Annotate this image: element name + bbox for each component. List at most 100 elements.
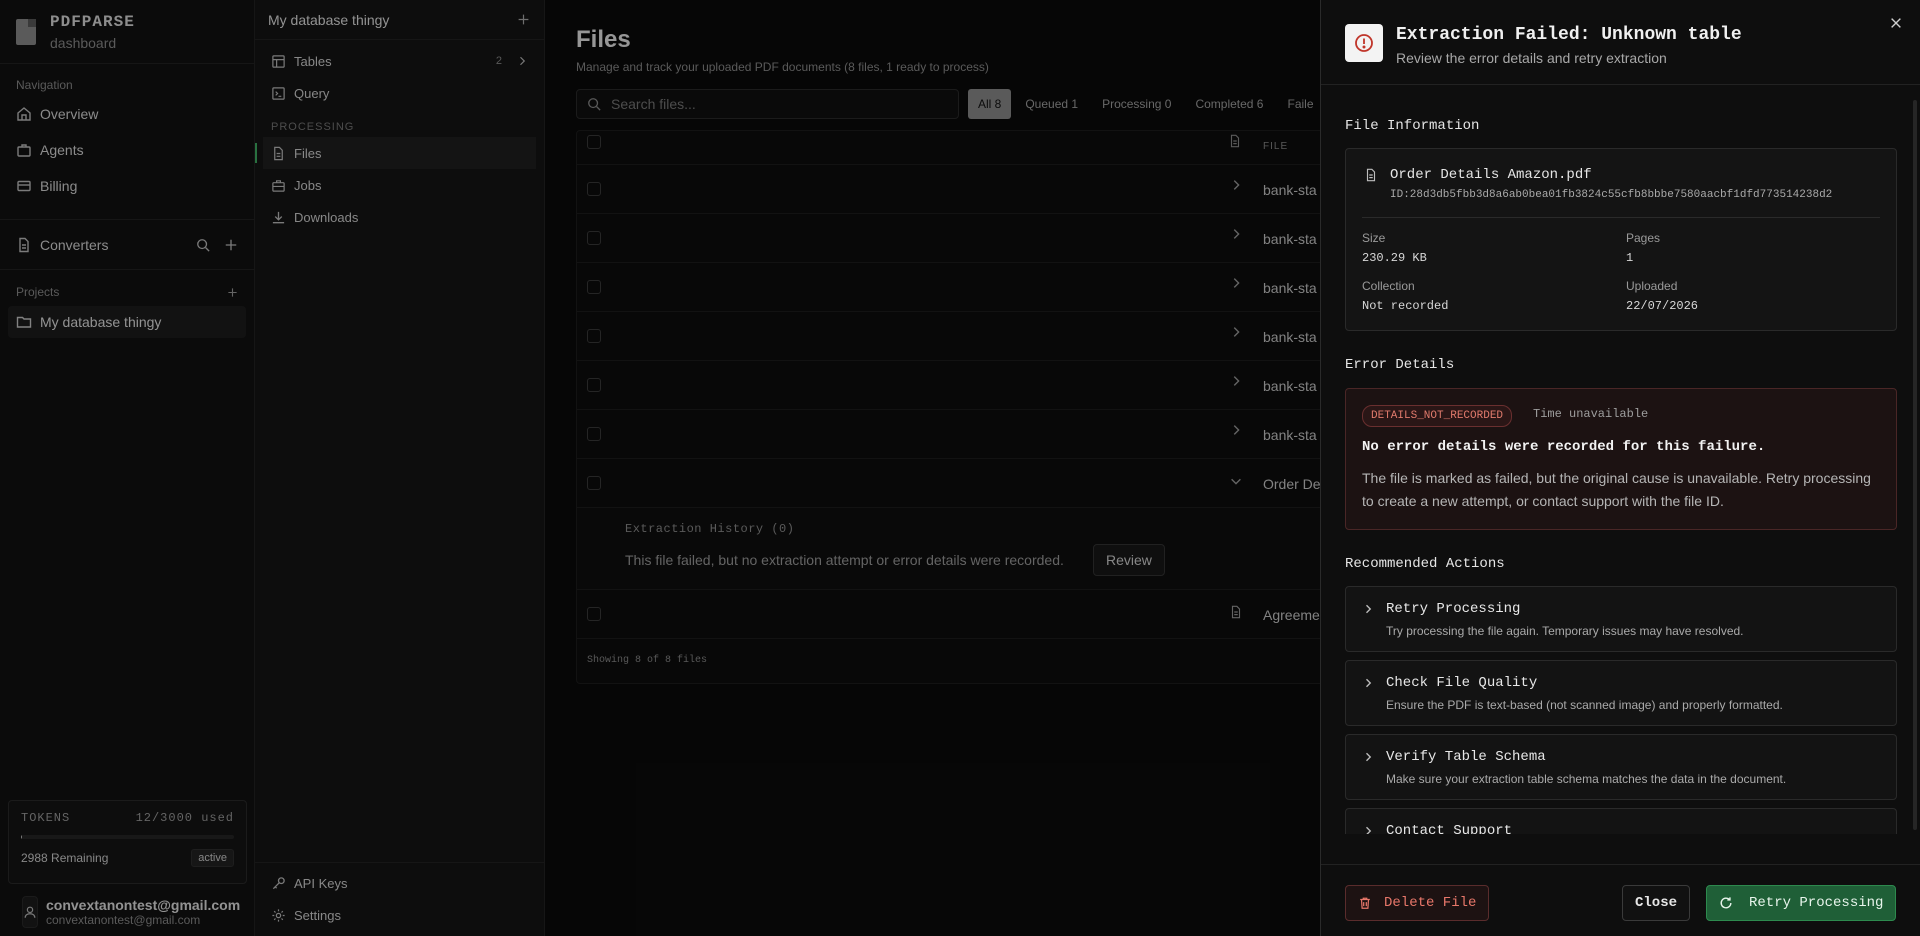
- filter-queued[interactable]: Queued 1: [1015, 89, 1088, 119]
- card-icon: [17, 180, 31, 192]
- row-checkbox[interactable]: [587, 427, 601, 441]
- divider: [1362, 217, 1880, 218]
- filter-processing[interactable]: Processing 0: [1092, 89, 1181, 119]
- sidebar-item-api-keys[interactable]: API Keys: [255, 867, 545, 899]
- nav-item-overview[interactable]: Overview: [0, 96, 254, 132]
- action-check-file-quality[interactable]: Check File Quality Ensure the PDF is tex…: [1345, 660, 1897, 726]
- sidebar-item-settings[interactable]: Settings: [255, 899, 545, 931]
- sidebar-item-label: Downloads: [294, 209, 359, 225]
- token-usage-card: TOKENS 12/3000 used 2988 Remaining activ…: [8, 800, 247, 884]
- page-title: Files: [576, 26, 631, 53]
- table-row[interactable]: Agreeme: [577, 590, 1335, 639]
- table-footer: Showing 8 of 8 files: [587, 655, 708, 666]
- table-row[interactable]: bank-sta: [577, 214, 1335, 263]
- delete-file-label: Delete File: [1384, 895, 1477, 911]
- main-sidebar: PDFPARSE dashboard Navigation Overview A…: [0, 0, 255, 936]
- action-title: Verify Table Schema: [1386, 749, 1546, 765]
- row-checkbox[interactable]: [587, 280, 601, 294]
- refresh-icon: [1720, 897, 1732, 909]
- nav-item-label: Billing: [40, 178, 78, 194]
- tokens-progress-fill: [21, 835, 23, 839]
- add-project-icon[interactable]: [227, 287, 238, 298]
- pages-value: 1: [1626, 251, 1634, 265]
- table-row[interactable]: Order De: [577, 459, 1335, 508]
- retry-processing-button[interactable]: Retry Processing: [1706, 885, 1897, 921]
- chevron-right-icon: [1366, 678, 1372, 688]
- action-retry-processing[interactable]: Retry Processing Try processing the file…: [1345, 586, 1897, 652]
- document-icon: [274, 146, 283, 160]
- nav-item-label: Overview: [40, 106, 99, 122]
- action-title: Check File Quality: [1386, 675, 1538, 691]
- close-icon[interactable]: [1889, 16, 1903, 30]
- trash-icon: [1360, 897, 1370, 909]
- chevron-down-icon[interactable]: [1229, 474, 1243, 488]
- sidebar-item-label: Files: [294, 145, 322, 161]
- chevron-right-icon[interactable]: [1229, 227, 1243, 241]
- row-checkbox[interactable]: [587, 607, 601, 621]
- file-name: bank-sta: [1263, 231, 1317, 247]
- filter-completed[interactable]: Completed 6: [1185, 89, 1273, 119]
- chevron-right-icon[interactable]: [516, 55, 528, 67]
- table-row[interactable]: bank-sta: [577, 361, 1335, 410]
- sidebar-item-downloads[interactable]: Downloads: [255, 201, 544, 233]
- select-all-checkbox[interactable]: [587, 135, 601, 149]
- chevron-right-icon[interactable]: [1229, 276, 1243, 290]
- filter-all[interactable]: All 8: [968, 89, 1012, 119]
- file-name: Order De: [1263, 476, 1321, 492]
- nav-item-agents[interactable]: Agents: [0, 132, 254, 168]
- panel-scrollbar[interactable]: [1913, 100, 1917, 830]
- table-row[interactable]: bank-sta: [577, 312, 1335, 361]
- table-row[interactable]: bank-sta: [577, 165, 1335, 214]
- files-table: FILE bank-sta bank-sta bank-sta bank-sta…: [576, 130, 1336, 684]
- table-icon: [272, 54, 285, 68]
- chevron-right-icon[interactable]: [1229, 178, 1243, 192]
- tokens-progress: [21, 835, 234, 839]
- extraction-history-text: This file failed, but no extraction atte…: [625, 552, 1064, 568]
- project-item[interactable]: My database thingy: [8, 306, 246, 338]
- home-icon: [17, 107, 31, 121]
- row-checkbox[interactable]: [587, 476, 601, 490]
- row-checkbox[interactable]: [587, 231, 601, 245]
- nav-section-label: Navigation: [16, 78, 73, 92]
- document-icon: [1230, 134, 1240, 148]
- file-name: bank-sta: [1263, 280, 1317, 296]
- action-contact-support[interactable]: Contact Support: [1345, 808, 1897, 834]
- nav-item-label: Agents: [40, 142, 84, 158]
- action-verify-table-schema[interactable]: Verify Table Schema Make sure your extra…: [1345, 734, 1897, 800]
- brand[interactable]: PDFPARSE dashboard: [0, 0, 254, 64]
- plus-icon[interactable]: [517, 13, 530, 26]
- chevron-right-icon[interactable]: [1229, 374, 1243, 388]
- uploaded-label: Uploaded: [1626, 279, 1678, 293]
- filter-failed[interactable]: Faile: [1277, 89, 1323, 119]
- user-menu[interactable]: convextanontest@gmail.com convextanontes…: [0, 888, 255, 936]
- search-input[interactable]: Search files...: [576, 89, 959, 119]
- sidebar-item-label: Query: [294, 85, 330, 101]
- document-icon: [19, 237, 29, 253]
- chevron-right-icon: [1366, 604, 1372, 614]
- file-name: bank-sta: [1263, 329, 1317, 345]
- sidebar-item-files[interactable]: Files: [255, 137, 536, 169]
- search-icon[interactable]: [196, 238, 210, 252]
- review-button[interactable]: Review: [1093, 544, 1165, 576]
- table-row[interactable]: bank-sta: [577, 410, 1335, 459]
- table-row[interactable]: bank-sta: [577, 263, 1335, 312]
- sidebar-item-tables[interactable]: Tables 2: [255, 45, 544, 77]
- download-icon: [272, 211, 285, 223]
- nav-item-billing[interactable]: Billing: [0, 168, 254, 204]
- chevron-right-icon[interactable]: [1229, 325, 1243, 339]
- converters-link[interactable]: Converters: [16, 237, 108, 253]
- file-name: Agreeme: [1263, 607, 1320, 623]
- delete-file-button[interactable]: Delete File: [1345, 885, 1490, 921]
- row-checkbox[interactable]: [587, 378, 601, 392]
- row-checkbox[interactable]: [587, 182, 601, 196]
- action-description: Try processing the file again. Temporary…: [1386, 624, 1744, 638]
- row-checkbox[interactable]: [587, 329, 601, 343]
- sidebar-item-query[interactable]: Query: [255, 77, 544, 109]
- chevron-right-icon[interactable]: [1229, 423, 1243, 437]
- extraction-history-title: Extraction History (0): [625, 522, 795, 536]
- sidebar-item-label: Settings: [294, 907, 341, 923]
- files-page: Files Manage and track your uploaded PDF…: [545, 0, 1336, 936]
- sidebar-item-jobs[interactable]: Jobs: [255, 169, 544, 201]
- plus-icon[interactable]: [224, 238, 238, 252]
- close-button[interactable]: Close: [1622, 885, 1691, 921]
